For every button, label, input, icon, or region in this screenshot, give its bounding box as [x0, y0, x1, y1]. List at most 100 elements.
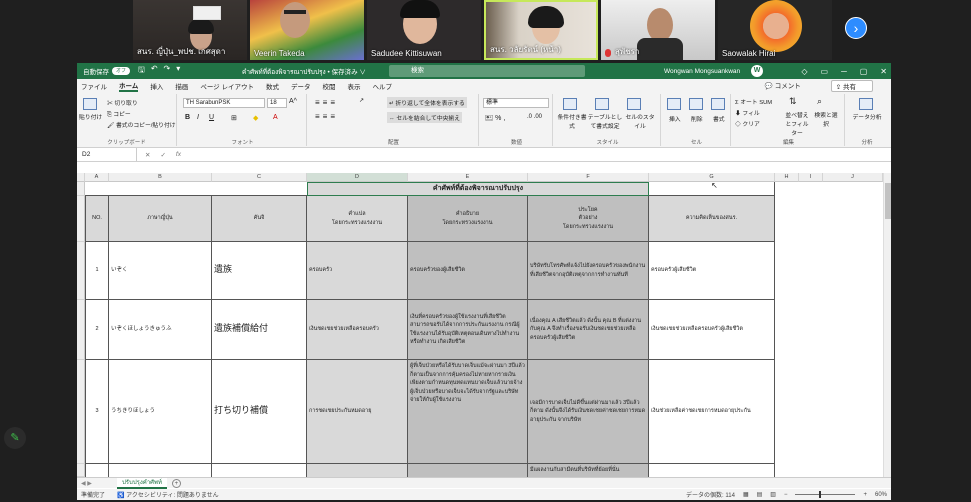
- table-cell-comment[interactable]: ครอบครัวผู้เสียชีวิต: [649, 242, 775, 300]
- spreadsheet-grid[interactable]: A B C D E F G H I J คำศัพท์ที่ต้องพิจารณ…: [77, 173, 883, 477]
- column-header[interactable]: J: [823, 173, 883, 182]
- file-name[interactable]: คำศัพท์ที่ต้องพิจารณาปรับปรุง • 保存済み ∨: [242, 66, 366, 77]
- tab-view[interactable]: 表示: [348, 81, 361, 91]
- diamond-icon[interactable]: ◇: [801, 67, 807, 76]
- table-cell-example[interactable]: บริษัทรับโทรศัพท์แจ้งไปยังครอบครัวของพนั…: [528, 242, 649, 300]
- column-header[interactable]: C: [212, 173, 307, 182]
- cancel-icon[interactable]: ✕: [145, 151, 150, 159]
- zoom-in-icon[interactable]: +: [863, 492, 867, 498]
- font-name-select[interactable]: TH SarabunPSK: [183, 98, 265, 108]
- delete-cells-icon[interactable]: [689, 98, 703, 110]
- tab-formulas[interactable]: 数式: [266, 81, 279, 91]
- cell-style-icon[interactable]: [627, 98, 641, 110]
- tab-data[interactable]: データ: [291, 81, 311, 91]
- horizontal-align-icon[interactable]: ≡≡≡: [315, 112, 338, 121]
- fill-color-icon[interactable]: ◆: [253, 114, 258, 122]
- merge-center-button[interactable]: ⇔ セルを結合して中央揃え: [387, 112, 463, 123]
- format-table-icon[interactable]: [595, 98, 609, 110]
- table-cell-translation[interactable]: การชดเชยประกันหมดอายุ: [307, 360, 408, 464]
- cut-button[interactable]: ✂ 切り取り: [107, 98, 138, 107]
- participant-tile[interactable]: Sadudee Kittisuwan: [367, 0, 481, 60]
- page-break-view-icon[interactable]: ▥: [770, 491, 776, 498]
- copy-button[interactable]: ⎘ コピー: [107, 109, 131, 119]
- bold-button[interactable]: B: [185, 114, 190, 121]
- table-cell-explanation[interactable]: [408, 464, 528, 477]
- italic-button[interactable]: I: [197, 114, 199, 121]
- vertical-align-icon[interactable]: ≡≡≡: [315, 98, 338, 107]
- sheet-tab[interactable]: ปรับปรุงคำศัพท์: [117, 477, 167, 489]
- tab-page-layout[interactable]: ページ レイアウト: [200, 81, 254, 91]
- insert-cells-icon[interactable]: [667, 98, 681, 110]
- share-button[interactable]: ⇪ 共有: [830, 80, 873, 92]
- paste-button[interactable]: 貼り付け: [79, 112, 102, 121]
- participant-tile-active[interactable]: สนร. วลัยรัตน์ (หน้า): [484, 0, 598, 60]
- header-no[interactable]: NO.: [85, 196, 109, 242]
- tab-insert[interactable]: 挿入: [150, 81, 163, 91]
- clear-button[interactable]: ◇ クリア: [735, 119, 760, 128]
- minimize-icon[interactable]: ─: [841, 67, 847, 76]
- user-name[interactable]: Wongwan Mongsuankwan: [664, 68, 740, 75]
- table-cell-translation[interactable]: [307, 464, 408, 477]
- header-example[interactable]: ประโยค ตัวอย่าง โดยกระทรวงแรงงาน: [528, 196, 649, 242]
- table-cell-no[interactable]: 1: [85, 242, 109, 300]
- save-icon[interactable]: 🖫: [138, 64, 145, 78]
- table-cell-example[interactable]: มีแผลงานกับสามีตนที่บริษัทที่ย้อยที่นั่น: [528, 464, 649, 477]
- add-sheet-icon[interactable]: +: [171, 478, 181, 488]
- sheet-nav-icon[interactable]: ◀ ▶: [77, 480, 117, 487]
- vertical-scrollbar[interactable]: [883, 173, 891, 477]
- column-header[interactable]: G: [649, 173, 775, 182]
- name-box[interactable]: D2: [77, 148, 137, 161]
- table-cell-no[interactable]: 3: [85, 360, 109, 464]
- find-select-icon[interactable]: ⌕: [817, 96, 822, 107]
- pencil-icon[interactable]: ✎: [4, 427, 26, 449]
- table-cell-explanation[interactable]: ผู้ที่เจ็บป่วยหรือได้รับบาดเจ็บแม้จะผ่าน…: [408, 360, 528, 464]
- wrap-text-button[interactable]: ↵ 折り返して全体を表示する: [387, 97, 467, 108]
- chevron-right-icon[interactable]: ›: [845, 17, 867, 39]
- participant-tile[interactable]: สนร. ญี่ปุ่น_พปช. เกศสุดา: [133, 0, 247, 60]
- table-cell-explanation[interactable]: ครอบครัวของผู้เสียชีวิต: [408, 242, 528, 300]
- column-header[interactable]: E: [408, 173, 528, 182]
- table-cell-kanji[interactable]: [212, 464, 307, 477]
- table-cell-reading[interactable]: いぞく: [109, 242, 212, 300]
- table-cell-kanji[interactable]: 打ち切り補償: [212, 360, 307, 464]
- column-header[interactable]: H: [775, 173, 799, 182]
- participant-tile[interactable]: Saowalak Hirai: [718, 0, 832, 60]
- underline-button[interactable]: U: [209, 114, 214, 121]
- table-cell-kanji[interactable]: 遺族: [212, 242, 307, 300]
- row-header[interactable]: [77, 300, 85, 360]
- table-cell-comment[interactable]: เงินชดเชยช่วยเหลือครอบครัวผู้เสียชีวิต: [649, 300, 775, 360]
- page-layout-view-icon[interactable]: ▤: [757, 491, 763, 498]
- header-explanation[interactable]: คำอธิบาย โดยกระทรวงแรงงาน: [408, 196, 528, 242]
- table-cell-no[interactable]: 2: [85, 300, 109, 360]
- avatar[interactable]: W: [751, 65, 763, 77]
- format-cells-icon[interactable]: [711, 98, 725, 110]
- decimal-icon[interactable]: .0 .00: [527, 114, 542, 120]
- participant-tile[interactable]: สุพัชรา: [601, 0, 715, 60]
- table-cell-reading[interactable]: [109, 464, 212, 477]
- font-size-select[interactable]: 18: [267, 98, 287, 108]
- table-cell-comment[interactable]: [649, 464, 775, 477]
- currency-icon[interactable]: 🖭 % ,: [485, 114, 505, 125]
- table-cell-no[interactable]: [85, 464, 109, 477]
- header-comment[interactable]: ความคิดเห็นของสนร.: [649, 196, 775, 242]
- row-header[interactable]: [77, 242, 85, 300]
- font-color-icon[interactable]: A: [273, 114, 278, 121]
- autosum-button[interactable]: Σ オート SUM: [735, 97, 772, 106]
- zoom-level[interactable]: 60%: [875, 492, 887, 498]
- column-header[interactable]: D: [307, 173, 408, 182]
- cell[interactable]: ↖: [649, 182, 775, 196]
- table-cell-explanation[interactable]: เงินที่ครอบครัวของผู้ใช้แรงงานที่เสียชีว…: [408, 300, 528, 360]
- comment-button[interactable]: 💬 コメント: [765, 80, 813, 92]
- undo-icon[interactable]: ↶: [151, 64, 158, 78]
- table-cell-reading[interactable]: いぞくほしょうきゅうふ: [109, 300, 212, 360]
- table-cell-translation[interactable]: ครอบครัว: [307, 242, 408, 300]
- normal-view-icon[interactable]: ▦: [743, 491, 749, 498]
- font-grow-icon[interactable]: A^: [289, 98, 297, 105]
- scrollbar-thumb[interactable]: [885, 183, 891, 219]
- table-cell-comment[interactable]: เงินช่วยเหลือค่าชดเชยการหมดอายุประกัน: [649, 360, 775, 464]
- analyze-data-icon[interactable]: [859, 98, 873, 110]
- enter-icon[interactable]: ✓: [160, 151, 165, 159]
- paste-icon[interactable]: [83, 98, 97, 110]
- column-header[interactable]: B: [109, 173, 212, 182]
- cell[interactable]: [85, 182, 307, 196]
